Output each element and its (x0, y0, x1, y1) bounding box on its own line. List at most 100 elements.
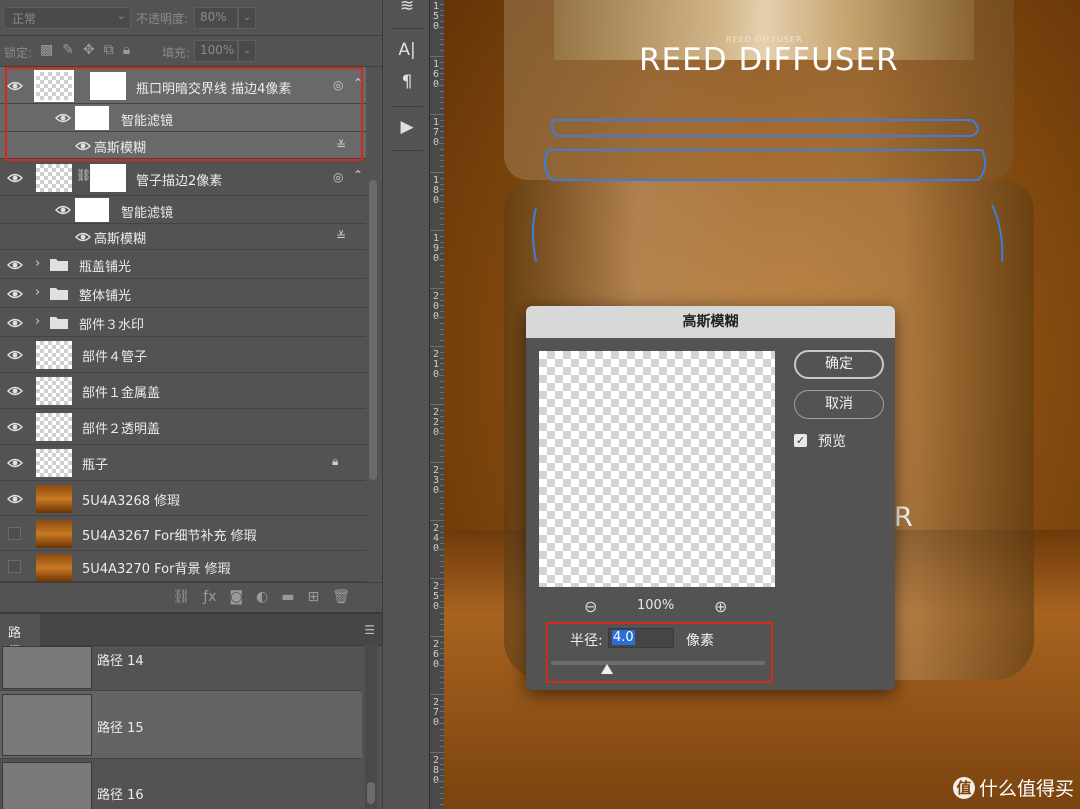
ok-button[interactable]: 确定 (794, 350, 884, 379)
tab-paths[interactable]: 路径 (0, 614, 40, 660)
lock-artboard-icon[interactable]: ⧉ (104, 42, 114, 58)
layer-name: 部件２透明盖 (82, 422, 161, 437)
path-row-selected[interactable]: 路径 15 (0, 691, 362, 759)
adjust-sliders-icon[interactable]: ≋ (395, 0, 419, 20)
ruler-tick (437, 607, 444, 608)
chevron-down-icon: ⌄ (116, 9, 126, 22)
visibility-eye-icon[interactable] (7, 288, 23, 300)
ruler-tick (437, 27, 444, 28)
visibility-toggle[interactable] (8, 527, 21, 540)
layer-row-tube[interactable]: 部件４管子 (0, 337, 366, 373)
layer-thumbnail (36, 413, 72, 441)
layer-row-metal-cap[interactable]: 部件１金属盖 (0, 373, 366, 409)
preview-checkbox[interactable]: ✓ (794, 434, 807, 447)
visibility-eye-icon[interactable] (7, 172, 23, 184)
folder-icon (50, 259, 68, 271)
link-layers-icon[interactable]: ⛓ (172, 589, 190, 605)
layer-group-overall-light[interactable]: › 整体铺光 (0, 279, 366, 308)
layer-thumbnail (36, 164, 72, 192)
cancel-button[interactable]: 取消 (794, 390, 884, 419)
zoom-in-icon[interactable]: ⊕ (714, 597, 727, 616)
ruler-tick (430, 520, 444, 521)
visibility-eye-icon[interactable] (7, 349, 23, 361)
layer-group-cap-light[interactable]: › 瓶盖铺光 (0, 250, 366, 279)
panel-menu-icon[interactable]: ☰ (364, 623, 375, 637)
link-icon[interactable]: ⛓ (76, 168, 91, 182)
paths-scrollbar[interactable] (365, 644, 377, 809)
visibility-eye-icon[interactable] (7, 317, 23, 329)
trash-icon[interactable]: 🗑︎ (332, 589, 350, 605)
ruler-tick (437, 259, 444, 260)
lock-move-icon[interactable]: ✥ (83, 42, 95, 58)
adjustment-layer-icon[interactable]: ◐ (256, 589, 268, 605)
layer-row-clear-cap[interactable]: 部件２透明盖 (0, 409, 366, 445)
fx-icon[interactable]: ƒx (203, 589, 216, 605)
paragraph-icon[interactable]: ¶ (395, 72, 419, 96)
visibility-toggle[interactable] (8, 560, 21, 573)
visibility-eye-icon[interactable] (7, 493, 23, 505)
visibility-eye-icon[interactable] (7, 421, 23, 433)
character-icon[interactable]: A| (395, 40, 419, 64)
fill-dropdown-button[interactable]: ⌄ (238, 40, 256, 62)
visibility-eye-icon[interactable] (7, 385, 23, 397)
zoom-out-icon[interactable]: ⊖ (584, 597, 597, 616)
layer-name: 高斯模糊 (94, 232, 147, 247)
new-layer-icon[interactable]: ⊞ (307, 589, 319, 605)
layer-group-watermark[interactable]: › 部件３水印 (0, 308, 366, 337)
layer-row-gaussian-blur[interactable]: 高斯模糊 ≚ (0, 224, 366, 250)
visibility-eye-icon[interactable] (55, 204, 71, 216)
paths-scroll-thumb[interactable] (367, 782, 375, 804)
zoom-row: ⊖ 100% ⊕ (584, 597, 734, 617)
path-row[interactable]: 路径 16 (0, 759, 362, 809)
visibility-eye-icon[interactable] (7, 259, 23, 271)
filter-preview[interactable] (539, 351, 775, 587)
layer-name: 管子描边2像素 (136, 174, 223, 189)
zoom-value: 100% (637, 598, 675, 613)
paths-header: 路径 ☰ (0, 614, 382, 660)
layer-row-photo-3268[interactable]: 5U4A3268 修瑕 (0, 481, 366, 516)
path-name: 路径 16 (97, 788, 144, 803)
ruler-tick (437, 201, 444, 202)
layer-name: 整体铺光 (79, 289, 132, 304)
visibility-eye-icon[interactable] (75, 231, 91, 243)
layer-row-photo-3267[interactable]: 5U4A3267 For细节补充 修瑕 (0, 516, 366, 551)
layer-row-tube-stroke[interactable]: ⛓ 管子描边2像素 ◎ ⌃ (0, 159, 366, 196)
layer-name: 瓶盖铺光 (79, 260, 132, 275)
filter-options-icon[interactable]: ≚ (336, 229, 346, 243)
path-thumbnail (2, 694, 92, 756)
expand-arrow-icon[interactable]: › (35, 314, 40, 329)
opacity-input[interactable]: 80% (194, 7, 238, 29)
add-mask-icon[interactable]: ◙ (229, 589, 243, 605)
layer-row-smart-filter[interactable]: 智能滤镜 (0, 196, 366, 224)
path-row[interactable]: 路径 14 (0, 646, 362, 691)
divider (391, 28, 423, 29)
fill-input[interactable]: 100% (194, 40, 238, 62)
site-watermark: 值 什么值得买 (952, 774, 1074, 801)
ruler-tick (437, 433, 444, 434)
lock-all-icon[interactable]: 🔒︎ (123, 42, 130, 58)
lock-brush-icon[interactable]: ✎ (62, 42, 74, 58)
ruler-tick (430, 694, 444, 695)
opacity-dropdown-button[interactable]: ⌄ (238, 7, 256, 29)
label-title: REED DIFFUSER (639, 42, 899, 78)
layers-panel: 正常 ⌄ 不透明度: 80% ⌄ 锁定: ▩ ✎ ✥ ⧉ 🔒︎ 填充: 100%… (0, 0, 382, 612)
ruler-tick (437, 143, 444, 144)
visibility-eye-icon[interactable] (7, 457, 23, 469)
vertical-ruler: 1501601701801902002102202302402502602702… (430, 0, 444, 809)
expand-arrow-icon[interactable]: › (35, 285, 40, 300)
path-thumbnail (2, 646, 92, 689)
layer-lock-icon: 🔒︎ (332, 454, 339, 468)
expand-arrow-icon[interactable]: › (35, 256, 40, 271)
play-icon[interactable]: ▶ (395, 117, 419, 141)
layers-scrollbar[interactable] (369, 180, 377, 480)
layer-row-photo-3270[interactable]: 5U4A3270 For背景 修瑕 (0, 551, 366, 582)
layers-footer: ⛓ ƒx ◙ ◐ ▬ ⊞ 🗑︎ (0, 582, 382, 612)
new-group-icon[interactable]: ▬ (281, 589, 294, 605)
paths-panel: 路径 ☰ 路径 14 路径 15 路径 16 (0, 612, 382, 809)
layer-row-bottle[interactable]: 瓶子 🔒︎ (0, 445, 366, 481)
layer-name: 瓶子 (82, 458, 109, 473)
lock-transparent-icon[interactable]: ▩ (40, 42, 53, 58)
collapse-arrow-icon[interactable]: ⌃ (353, 168, 363, 182)
blend-mode-select[interactable]: 正常 ⌄ (3, 7, 131, 29)
path-name: 路径 15 (97, 721, 144, 736)
